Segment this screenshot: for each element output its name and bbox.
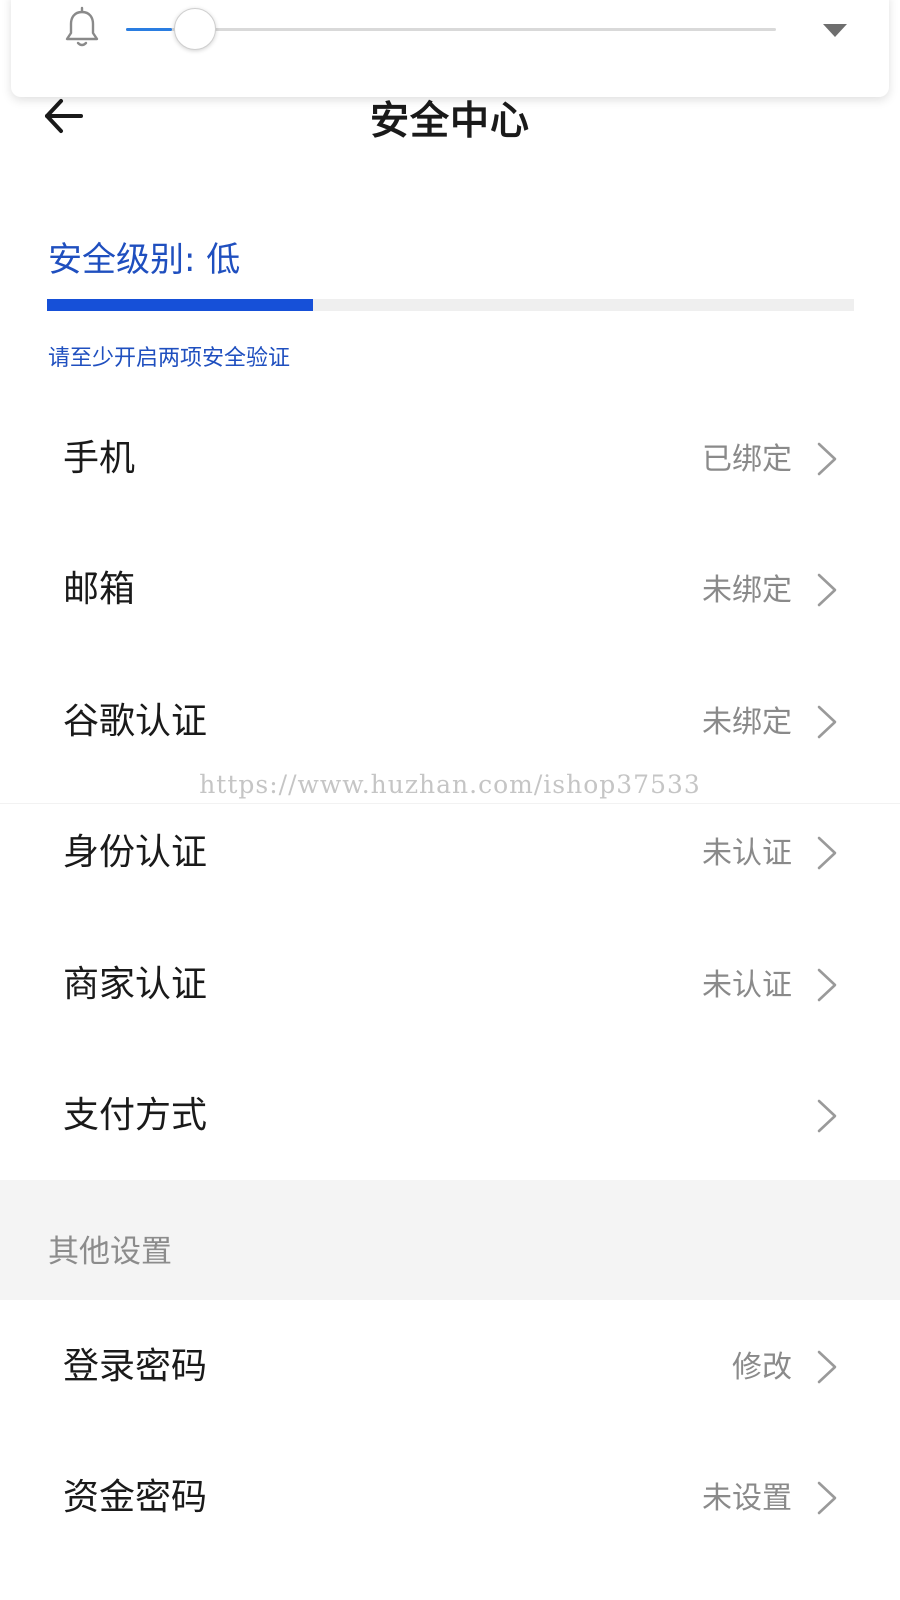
volume-slider-fill xyxy=(126,28,172,31)
row-phone[interactable]: 手机 已绑定 xyxy=(0,392,900,526)
row-status: 已绑定 xyxy=(702,442,792,477)
row-label: 手机 xyxy=(63,438,136,479)
chevron-right-icon xyxy=(817,1099,837,1133)
chevron-right-icon xyxy=(817,836,837,870)
triangle-down-icon[interactable] xyxy=(821,21,849,39)
chevron-right-icon xyxy=(817,573,837,607)
row-status: 未设置 xyxy=(702,1481,792,1516)
volume-slider-thumb[interactable] xyxy=(174,8,216,50)
row-label: 身份认证 xyxy=(63,832,208,873)
chevron-right-icon xyxy=(817,705,837,739)
row-label: 邮箱 xyxy=(63,569,136,610)
row-payment-methods[interactable]: 支付方式 xyxy=(0,1049,900,1183)
row-label: 商家认证 xyxy=(63,964,208,1005)
row-label: 资金密码 xyxy=(63,1477,208,1518)
row-label: 支付方式 xyxy=(63,1095,208,1136)
bell-icon[interactable] xyxy=(61,6,103,50)
row-fund-password[interactable]: 资金密码 未设置 xyxy=(0,1431,900,1565)
security-level-fill xyxy=(47,299,313,311)
row-merchant-verification[interactable]: 商家认证 未认证 xyxy=(0,918,900,1052)
chevron-right-icon xyxy=(817,442,837,476)
page-title: 安全中心 xyxy=(369,99,530,144)
security-hint: 请至少开启两项安全验证 xyxy=(48,346,291,371)
row-status: 未绑定 xyxy=(702,705,792,740)
chevron-right-icon xyxy=(817,1350,837,1384)
security-level-label: 安全级别: 低 xyxy=(48,240,241,280)
security-level-bar xyxy=(47,299,854,311)
row-label: 登录密码 xyxy=(63,1346,208,1387)
row-status: 未认证 xyxy=(702,836,792,871)
chevron-right-icon xyxy=(817,968,837,1002)
section-title: 其他设置 xyxy=(48,1234,172,1270)
row-status: 未认证 xyxy=(702,968,792,1003)
row-status: 未绑定 xyxy=(702,573,792,608)
volume-slider-track[interactable] xyxy=(126,28,776,31)
row-google-auth[interactable]: 谷歌认证 未绑定 xyxy=(0,655,900,789)
row-identity-verification[interactable]: 身份认证 未认证 xyxy=(0,786,900,920)
chevron-right-icon xyxy=(817,1481,837,1515)
row-action: 修改 xyxy=(732,1350,792,1385)
row-email[interactable]: 邮箱 未绑定 xyxy=(0,523,900,657)
volume-panel xyxy=(11,0,889,97)
section-header-other-settings: 其他设置 xyxy=(0,1180,900,1300)
security-center-screen: 安全中心 安全级别: 低 请至少开启两项安全验证 手机 已绑定 邮箱 未绑定 谷… xyxy=(0,0,900,1600)
row-login-password[interactable]: 登录密码 修改 xyxy=(0,1300,900,1434)
row-label: 谷歌认证 xyxy=(63,701,208,742)
